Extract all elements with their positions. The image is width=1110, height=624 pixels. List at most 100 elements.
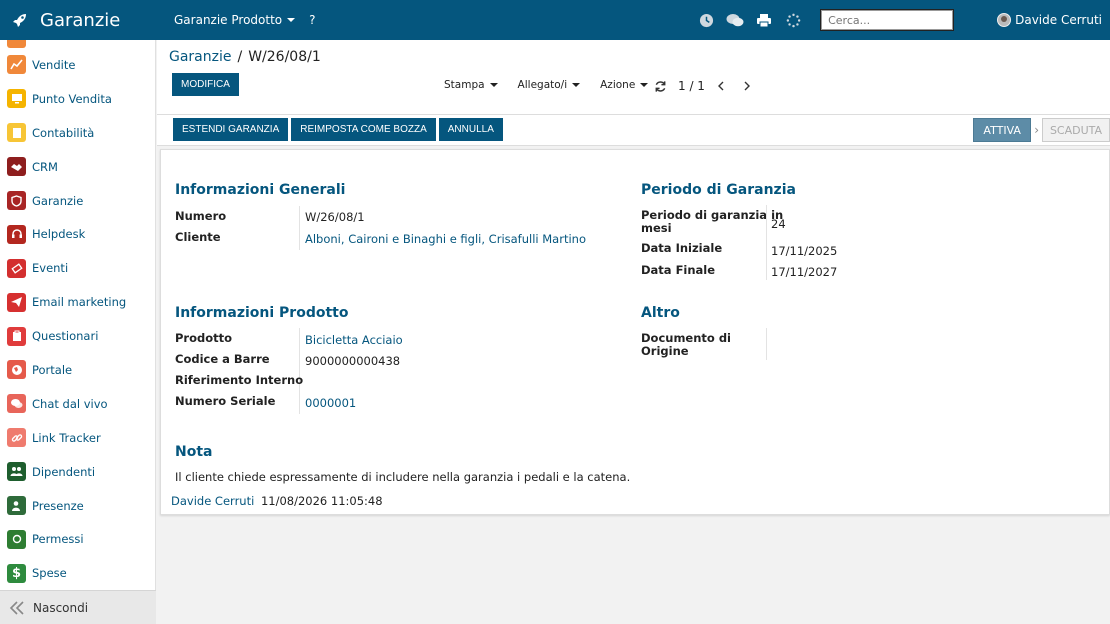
sidebar-item-label: Vendite xyxy=(32,57,76,72)
field-label-cliente: Cliente xyxy=(175,230,221,244)
field-value-periodo-mesi: 24 xyxy=(771,217,786,231)
ticket-icon xyxy=(7,258,26,278)
sidebar-item-crm[interactable]: CRM xyxy=(0,150,155,184)
sidebar-item-permessi[interactable]: Permessi xyxy=(0,522,155,556)
field-label-documento-origine: Documento di Origine xyxy=(641,332,731,358)
sidebar-item-email-marketing[interactable]: Email marketing xyxy=(0,285,155,319)
field-label-riferimento-interno: Riferimento Interno xyxy=(175,373,304,387)
sidebar-item-garanzie[interactable]: Garanzie xyxy=(0,184,155,218)
sidebar-item-questionari[interactable]: Questionari xyxy=(0,319,155,353)
headset-icon xyxy=(7,224,26,244)
chart-line-icon xyxy=(7,55,26,75)
top-right-tools: Davide Cerruti xyxy=(697,9,1110,31)
sidebar-item-link-tracker[interactable]: Link Tracker xyxy=(0,421,155,455)
reset-to-draft-button[interactable]: REIMPOSTA COME BOZZA xyxy=(291,118,436,141)
control-panel: Garanzie / W/26/08/1 MODIFICA Stampa Alleg… xyxy=(157,40,1110,115)
status-bar: ESTENDI GARANZIA REIMPOSTA COME BOZZA AN… xyxy=(157,115,1110,146)
action-dropdown[interactable]: Azione xyxy=(600,79,649,91)
app-sidebar: Vendite Punto Vendita Contabilità CRM Ga… xyxy=(0,40,156,624)
sidebar-item-label: Email marketing xyxy=(32,295,127,310)
sidebar-item-label: Portale xyxy=(32,362,73,377)
cancel-button[interactable]: ANNULLA xyxy=(438,118,503,141)
avatar xyxy=(997,13,1012,27)
note-text: Il cliente chiede espressamente di inclu… xyxy=(175,470,631,484)
action-dropdown-label: Azione xyxy=(600,79,636,91)
group-title-period: Periodo di Garanzia xyxy=(641,182,796,198)
field-label-periodo-mesi-line2: mesi xyxy=(641,221,672,235)
status-actions: ESTENDI GARANZIA REIMPOSTA COME BOZZA AN… xyxy=(173,118,506,141)
user-menu[interactable]: Davide Cerruti xyxy=(997,13,1102,27)
chat-bubbles-icon[interactable] xyxy=(726,11,744,29)
spinner-icon xyxy=(784,11,802,29)
menu-help[interactable]: ? xyxy=(309,13,315,27)
chevron-left-icon xyxy=(717,81,724,91)
menu-garanzie-prodotto-label: Garanzie Prodotto xyxy=(174,13,283,27)
field-value-prodotto-link[interactable]: Bicicletta Acciaio xyxy=(305,333,403,347)
form-sheet: Informazioni Generali Numero W/26/08/1 C… xyxy=(160,149,1110,515)
chatter-author-link[interactable]: Davide Cerruti xyxy=(171,494,254,508)
chat-icon xyxy=(7,394,26,414)
double-chevron-left-icon xyxy=(9,600,24,615)
caret-down-icon xyxy=(640,83,649,87)
sidebar-item-label: Questionari xyxy=(32,329,99,344)
clock-icon[interactable] xyxy=(697,11,715,29)
field-label-codice-barre: Codice a Barre xyxy=(175,352,270,366)
search-input[interactable] xyxy=(820,9,955,31)
pager-previous-button[interactable] xyxy=(711,78,731,94)
action-dropdowns: Stampa Allegato/i Azione xyxy=(444,79,668,91)
extend-warranty-button[interactable]: ESTENDI GARANZIA xyxy=(173,118,289,141)
breadcrumb-current: W/26/08/1 xyxy=(248,49,321,65)
stage-active[interactable]: ATTIVA xyxy=(973,118,1032,142)
sidebar-item-eventi[interactable]: Eventi xyxy=(0,251,155,285)
sidebar-item-label: CRM xyxy=(32,159,58,174)
breadcrumb-parent-link[interactable]: Garanzie xyxy=(169,49,232,65)
field-label-data-finale: Data Finale xyxy=(641,263,716,277)
sidebar-item-label: Chat dal vivo xyxy=(32,396,108,411)
refresh-icon[interactable] xyxy=(650,78,670,94)
group-title-general: Informazioni Generali xyxy=(175,182,346,198)
sidebar-item-label: Contabilità xyxy=(32,125,95,140)
caret-down-icon xyxy=(287,18,296,22)
breadcrumb: Garanzie / W/26/08/1 xyxy=(169,49,321,65)
field-value-cliente-link[interactable]: Alboni, Caironi e Binaghi e figli, Crisa… xyxy=(305,232,586,246)
menu-garanzie-prodotto[interactable]: Garanzie Prodotto xyxy=(174,13,296,27)
field-label-numero-seriale: Numero Seriale xyxy=(175,394,276,408)
dollar-icon: $ xyxy=(7,563,26,583)
breadcrumb-separator: / xyxy=(237,49,243,65)
pager-value[interactable]: 1 / 1 xyxy=(678,79,705,93)
sidebar-item-helpdesk[interactable]: Helpdesk xyxy=(0,217,155,251)
sidebar-item-dipendenti[interactable]: Dipendenti xyxy=(0,455,155,489)
user-check-icon xyxy=(7,496,26,516)
stage-selector: ATTIVA › SCADUTA xyxy=(973,118,1110,142)
pager-next-button[interactable] xyxy=(737,78,757,94)
sidebar-item-spese[interactable]: $ Spese xyxy=(0,556,155,590)
sidebar-item-presenze[interactable]: Presenze xyxy=(0,489,155,523)
top-navbar: Garanzie Garanzie Prodotto ? Davide Cerr… xyxy=(0,0,1110,40)
pager: 1 / 1 xyxy=(650,78,757,94)
shield-icon xyxy=(7,191,26,210)
sidebar-item-label: Dipendenti xyxy=(32,464,96,479)
sidebar-item-label: Link Tracker xyxy=(32,430,101,445)
field-value-numero-seriale-link[interactable]: 0000001 xyxy=(305,396,356,410)
attachments-dropdown[interactable]: Allegato/i xyxy=(518,79,581,91)
sidebar-item-punto-vendita[interactable]: Punto Vendita xyxy=(0,82,155,116)
print-dropdown[interactable]: Stampa xyxy=(444,79,498,91)
stage-expired[interactable]: SCADUTA xyxy=(1042,118,1110,142)
edit-button[interactable]: MODIFICA xyxy=(172,73,239,96)
field-divider xyxy=(766,328,767,360)
sidebar-item-vendite[interactable]: Vendite xyxy=(0,48,155,82)
print-icon[interactable] xyxy=(755,11,773,29)
sidebar-item-label: Helpdesk xyxy=(32,227,86,242)
sidebar-item-portale[interactable]: Portale xyxy=(0,353,155,387)
sun-icon xyxy=(7,529,26,549)
sidebar-item-chat-dal-vivo[interactable]: Chat dal vivo xyxy=(0,387,155,421)
sidebar-item-contabilita[interactable]: Contabilità xyxy=(0,116,155,150)
sidebar-item-partial[interactable] xyxy=(0,40,155,48)
handshake-icon xyxy=(7,157,26,177)
paper-plane-icon xyxy=(7,292,26,312)
app-brand[interactable]: Garanzie xyxy=(0,10,160,31)
sidebar-collapse-button[interactable]: Nascondi xyxy=(0,590,156,624)
document-icon xyxy=(7,123,26,143)
rocket-icon xyxy=(13,14,26,27)
chatter-message: Davide Cerruti 11/08/2026 11:05:48 xyxy=(171,494,383,508)
